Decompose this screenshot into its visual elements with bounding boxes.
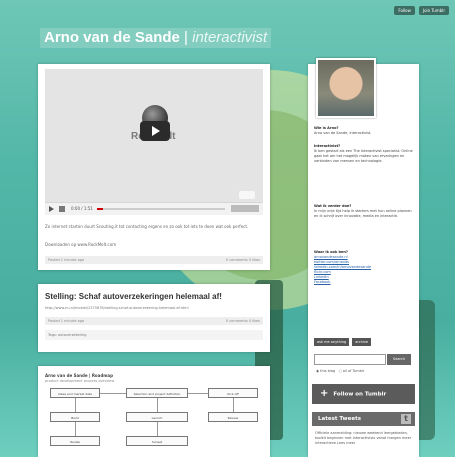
progress-track[interactable] [97,208,225,210]
sidebar-who: Wie is Arno? Arno van de Sande, interact… [314,126,414,136]
player-time: 0:00 / 1:51 [71,206,93,211]
sidebar-interactivist: Interactivist? Ik ben gestart als een Th… [314,144,414,164]
volume-icon[interactable] [59,206,65,212]
site-title-separator: | [184,29,188,46]
site-title[interactable]: Arno van de Sande | interactivist [40,28,272,48]
diagram-edge [157,398,158,412]
radio-this-blog[interactable]: ◉ this blog [316,369,335,373]
site-subtitle: interactivist [192,29,268,46]
diagram-edge [157,422,158,436]
post-download-link[interactable]: Downloaden op www.RockMelt.com [45,242,116,247]
diagram-node: Review [208,412,258,422]
diagram-edge [75,398,76,412]
control-play-icon[interactable] [49,206,54,212]
post-notes[interactable]: 0 comments 0 likes [226,256,260,264]
latest-tweets-header: Latest Tweets t [312,412,415,426]
plus-icon: + [320,388,329,399]
latest-tweets-title: Latest Tweets [318,416,361,422]
diagram-node: Iterate [50,436,100,446]
play-icon[interactable] [140,121,170,141]
ask-button[interactable]: ask me anything [314,338,350,346]
diagram-post: Arno van de Sande | Roadmap product deve… [38,366,270,457]
site-title-name: Arno van de Sande [44,29,180,46]
post-notes[interactable]: 0 comments 0 likes [226,317,260,325]
diagram-edge [75,422,76,436]
sidebar-heading: Wie is Arno? [314,126,339,130]
top-actions: Follow Join Tumblr [394,6,449,15]
sidebar-link[interactable]: Facebook [314,280,330,284]
avatar[interactable] [316,58,376,118]
progress-fill [97,208,104,210]
sidebar-buttons: ask me anything archive [314,338,372,346]
post-meta: Posted 1 minute ago 0 comments 0 likes [45,317,263,325]
search-scope: ◉ this blog ○ all of Tumblr [316,369,364,373]
search-input[interactable] [314,354,386,365]
youtube-watermark-icon[interactable] [239,191,255,199]
twitter-icon[interactable]: t [401,414,411,424]
sidebar-contact: Waar ik ook ben? arnovandesande.nl twitt… [314,250,414,285]
diagram-node: Build [50,412,100,422]
follow-on-tumblr-button[interactable]: + Follow on Tumblr [312,384,415,404]
diagram-node: Kick-off [208,388,258,398]
post-url[interactable]: http://www.nu.nl/mobiel/2375678/stelling… [45,306,189,310]
diagram-node: Sunset [126,436,188,446]
radio-all-tumblr[interactable]: ○ all of Tumblr [339,369,365,373]
archive-button[interactable]: archive [352,338,372,346]
post-excerpt: Zo internet starten duurt Scouting.it to… [45,224,249,229]
diagram-edge [188,393,208,394]
radio-label: this blog [320,369,336,373]
diagram-edge [233,398,234,412]
sidebar-link[interactable]: twitter.com/arnovds [314,260,349,264]
search-button[interactable]: Search [387,354,411,365]
diagram-node: Ideas and market data [50,388,100,398]
video-player[interactable]: RockMelt 0:00 / 1:51 [45,69,263,215]
radio-label: all of Tumblr [342,369,365,373]
sidebar-link[interactable]: flickr.com [314,270,331,274]
follow-top-button[interactable]: Follow [394,6,415,15]
follow-label: Follow on Tumblr [333,391,387,398]
sidebar-link[interactable]: LinkedIn [314,275,329,279]
sidebar-heading: Waar ik ook ben? [314,250,348,254]
video-post: RockMelt 0:00 / 1:51 Zo internet starten… [38,64,270,270]
fullscreen-icon[interactable] [231,205,259,212]
post-date[interactable]: Posted 1 minute ago [48,317,84,325]
sidebar-link[interactable]: arnovandesande.nl [314,255,348,259]
sidebar-paragraph: In mijn vrije tijd help ik starters met … [314,209,412,218]
sidebar-link[interactable]: linkedin.com/in/arnovandesande [314,265,371,269]
post-tags[interactable]: Tags: autoverzekering [45,330,263,340]
post-meta: Posted 1 minute ago 0 comments 0 likes [45,256,263,264]
sidebar-work: Wat ik verder doe? In mijn vrije tijd he… [314,204,414,219]
post-title[interactable]: Arno van de Sande | Roadmap [45,373,113,378]
sidebar-paragraph: Ik ben gestart als een The Interactivist… [314,149,413,163]
latest-tweets-body: Officiele aanmelding: nieuwe weekend lee… [315,431,412,445]
post-subtitle: product development process overview [45,379,115,383]
player-controls: 0:00 / 1:51 [45,202,263,215]
sidebar-heading: Wat ik verder doe? [314,204,352,208]
diagram-node: Selection and project definition [126,388,188,398]
sidebar: Wie is Arno? Arno van de Sande, interact… [308,58,419,457]
join-tumblr-button[interactable]: Join Tumblr [418,6,449,15]
sidebar-heading: Interactivist? [314,144,341,148]
diagram-node: Launch [126,412,188,422]
post-title[interactable]: Stelling: Schaf autoverzekeringen helema… [45,292,222,301]
sidebar-paragraph: Arno van de Sande, interactivist. [314,131,372,135]
link-post: Stelling: Schaf autoverzekeringen helema… [38,284,270,352]
diagram-edge [100,393,126,394]
post-date[interactable]: Posted 1 minute ago [48,256,84,264]
